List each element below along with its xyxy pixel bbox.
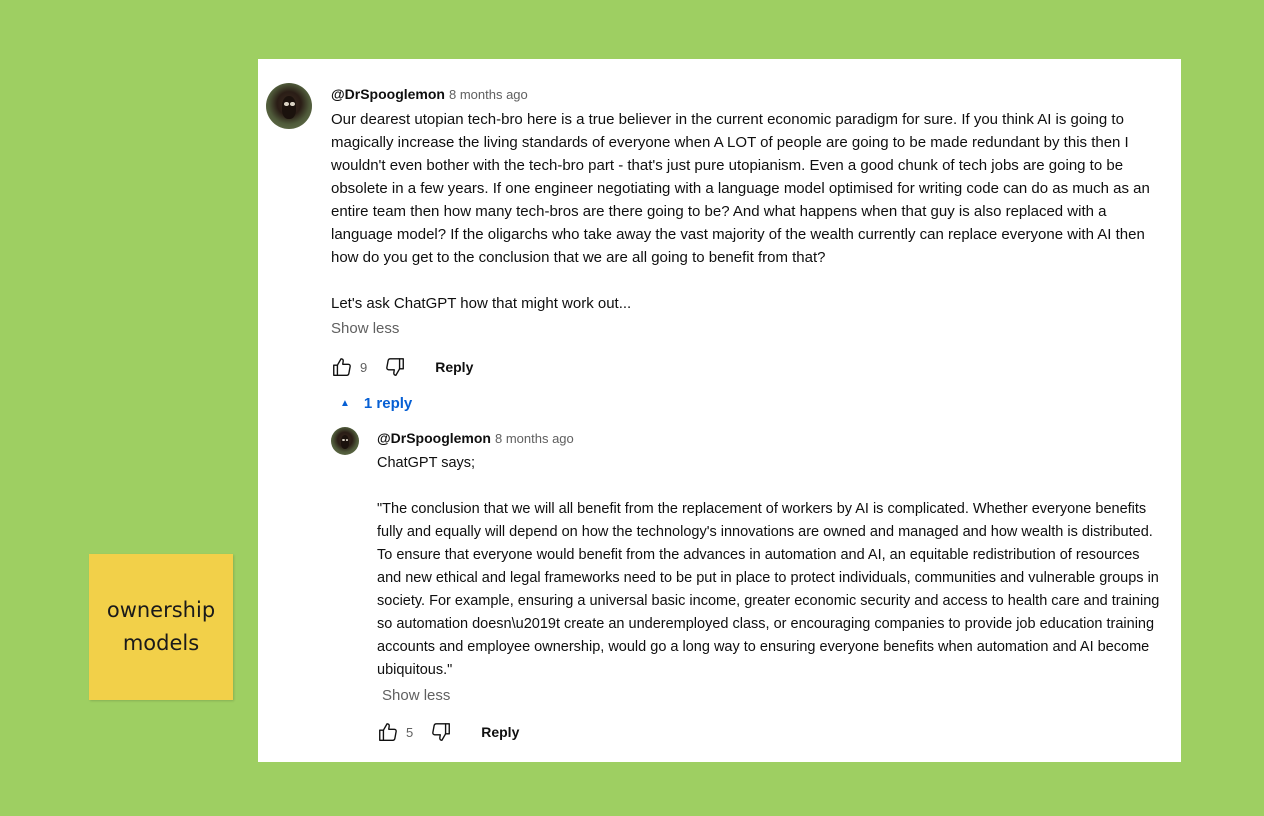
comment-thread-card: @DrSpooglemon 8 months ago Our dearest ut…	[258, 59, 1181, 762]
like-count: 5	[406, 724, 414, 740]
thumbs-up-icon[interactable]	[330, 355, 354, 379]
avatar[interactable]	[266, 83, 312, 129]
reply-button[interactable]: Reply	[481, 724, 519, 740]
reply-actions: 5 Reply	[376, 720, 519, 744]
reply-button[interactable]: Reply	[435, 359, 473, 375]
like-count: 9	[360, 359, 368, 375]
reply-time[interactable]: 8 months ago	[495, 431, 574, 446]
comment-time[interactable]: 8 months ago	[449, 87, 528, 102]
avatar[interactable]	[331, 427, 359, 455]
show-less-button[interactable]: Show less	[331, 318, 1171, 340]
sticky-note-text: ownership models	[106, 598, 216, 655]
reply-text: ChatGPT says; "The conclusion that we wi…	[377, 455, 1160, 678]
sticky-note: ownership models	[89, 554, 233, 700]
thumbs-up-icon[interactable]	[376, 720, 400, 744]
replies-toggle-label: 1 reply	[363, 395, 413, 412]
comment-text: Our dearest utopian tech-bro here is a t…	[331, 111, 1150, 312]
replies-toggle[interactable]: ▲ 1 reply	[338, 395, 412, 412]
comment-actions: 9 Reply	[330, 355, 473, 379]
thumbs-down-icon[interactable]	[429, 720, 453, 744]
thumbs-down-icon[interactable]	[383, 355, 407, 379]
show-less-button[interactable]: Show less	[382, 685, 1167, 707]
comment-author[interactable]: @DrSpooglemon	[331, 86, 445, 102]
reply-author[interactable]: @DrSpooglemon	[377, 430, 491, 446]
caret-up-icon: ▲	[340, 398, 350, 409]
